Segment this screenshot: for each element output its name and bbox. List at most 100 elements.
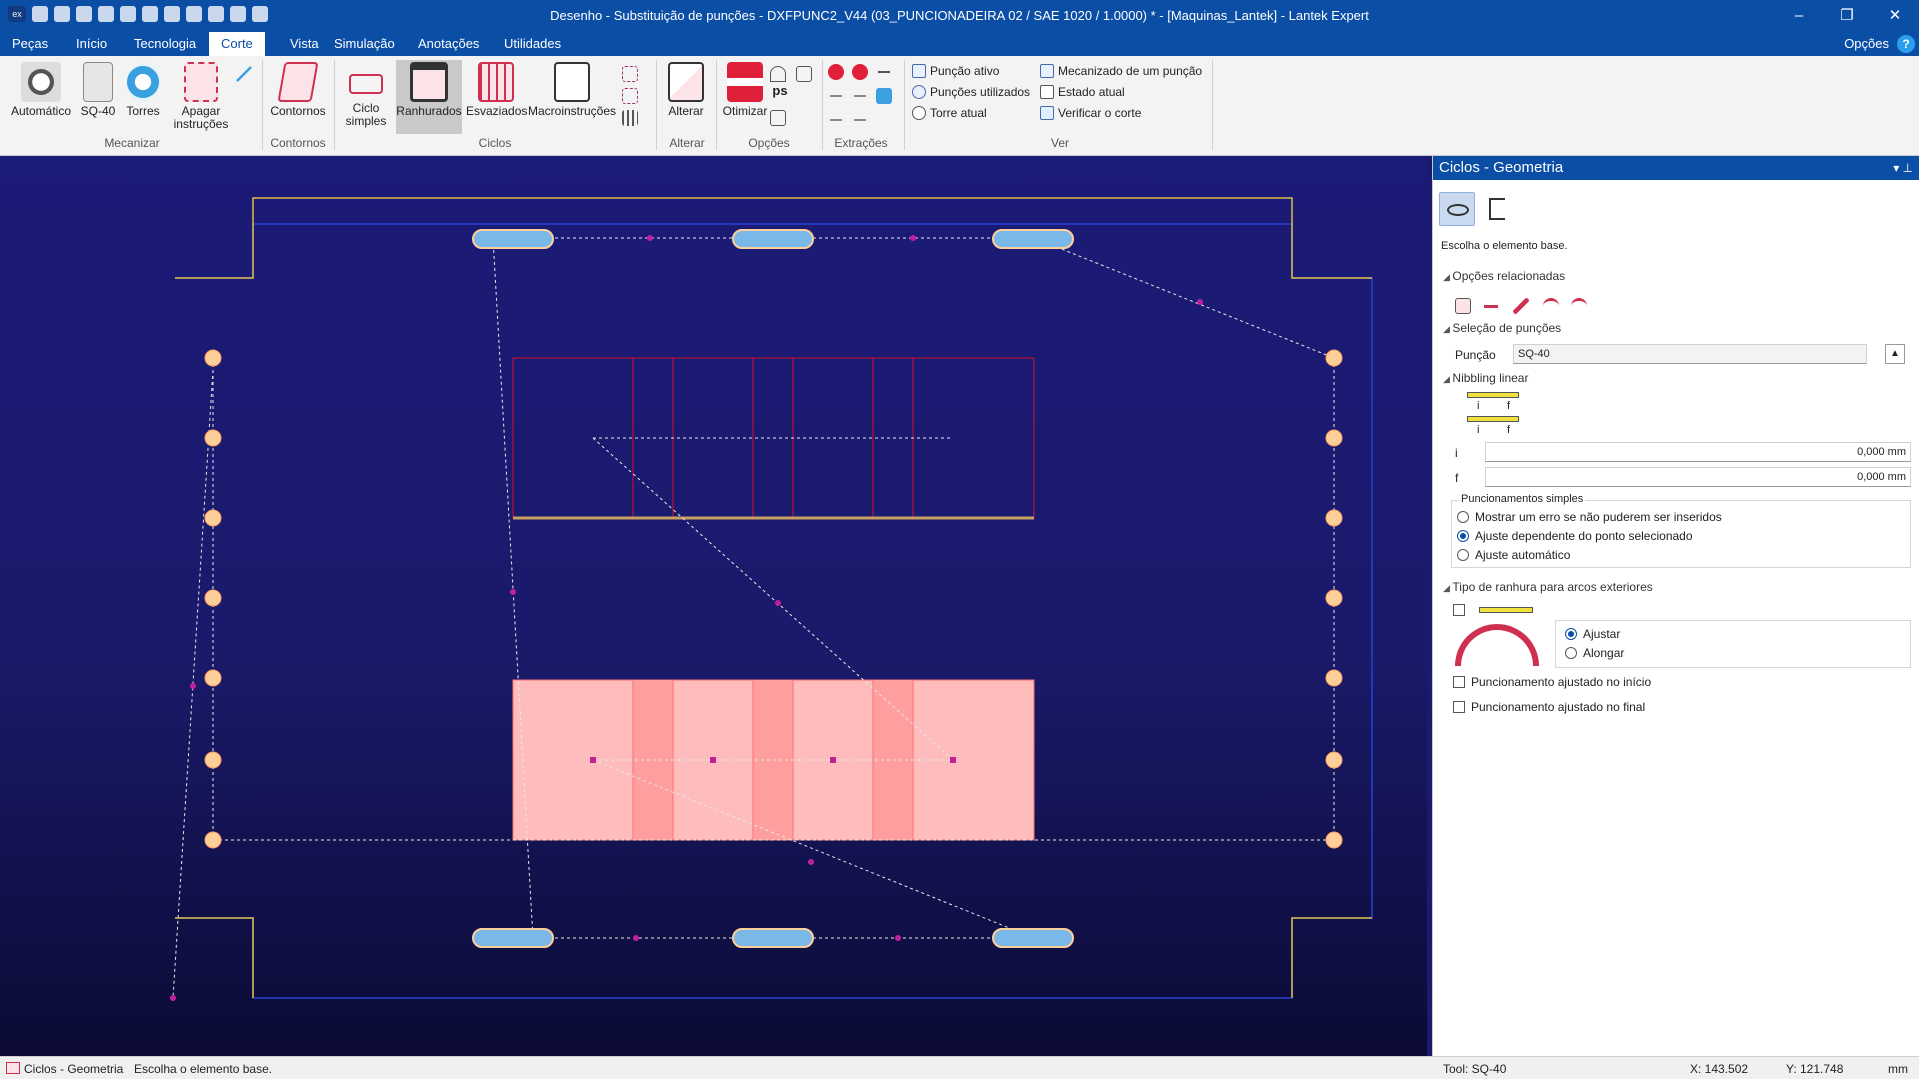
tab-tecnologia[interactable]: Tecnologia (122, 32, 208, 56)
arc-slot-icon[interactable] (1543, 298, 1559, 314)
puncoes-utilizados-button[interactable]: Punções utilizados (912, 85, 1030, 99)
punch-group[interactable] (472, 229, 554, 249)
i-field[interactable]: 0,000 mm (1485, 442, 1911, 462)
tab-pecas[interactable]: Peças (0, 32, 60, 56)
drawing-canvas[interactable] (0, 156, 1427, 1056)
alterar-button[interactable]: Alterar (662, 62, 710, 118)
torres-label: Torres (126, 104, 160, 118)
radio-ajuste-automatico[interactable]: Ajuste automático (1457, 548, 1570, 562)
close-button[interactable]: ✕ (1871, 0, 1919, 32)
torres-button[interactable]: Torres (122, 62, 164, 118)
pattern-icon[interactable] (622, 66, 638, 82)
puncao-ativo-button[interactable]: Punção ativo (912, 64, 999, 78)
punch-group[interactable] (472, 928, 554, 948)
radio-label: Ajuste dependente do ponto selecionado (1475, 529, 1693, 543)
exit-button[interactable] (1481, 192, 1517, 226)
mecanizado-button[interactable]: Mecanizado de um punção (1040, 64, 1202, 78)
lantek-expert-window: ex Desenho - Substituição de punções - D… (0, 0, 1919, 1079)
punches-used-icon (912, 85, 926, 99)
otimizar-button[interactable]: Otimizar (720, 62, 770, 118)
punch-group[interactable] (732, 229, 814, 249)
view-eye-button[interactable] (1439, 192, 1475, 226)
section-nibbling-linear[interactable]: Nibbling linear (1443, 371, 1528, 385)
grid-icon[interactable] (622, 110, 638, 126)
current-state-icon (1040, 85, 1054, 99)
tab-inicio[interactable]: Início (64, 32, 119, 56)
verificar-label: Verificar o corte (1058, 106, 1142, 120)
panel-header: Ciclos - Geometria ▾ ⊥ (1433, 156, 1919, 180)
restore-button[interactable]: ❐ (1823, 0, 1871, 32)
torre-atual-button[interactable]: Torre atual (912, 106, 987, 120)
extract-up-icon[interactable] (852, 112, 868, 128)
drawing-svg[interactable] (0, 156, 1427, 1056)
f-field[interactable]: 0,000 mm (1485, 467, 1911, 487)
help-icon[interactable]: ? (1897, 35, 1915, 53)
stop-all-icon[interactable] (852, 64, 868, 80)
checkbox-ajustado-inicio[interactable]: Puncionamento ajustado no início (1453, 675, 1651, 689)
extract-right-icon[interactable] (852, 88, 868, 104)
extract-left-icon[interactable] (828, 88, 844, 104)
gear-icon (21, 62, 61, 102)
status-tool: Tool: SQ-40 (1443, 1062, 1507, 1076)
puncao-field[interactable]: SQ-40 (1513, 344, 1867, 364)
tab-simulacao[interactable]: Simulação (322, 32, 407, 56)
status-prompt: Escolha o elemento base. (134, 1062, 273, 1076)
esvaziados-button[interactable]: Esvaziados (466, 62, 527, 118)
array-icon[interactable] (622, 88, 638, 104)
verificar-button[interactable]: Verificar o corte (1040, 106, 1141, 120)
macroinstrucoes-button[interactable]: Macroinstruções (528, 62, 616, 118)
radio-ajuste-dependente[interactable]: Ajuste dependente do ponto selecionado (1457, 529, 1693, 543)
extract-icon[interactable] (876, 64, 892, 80)
punch-group[interactable] (732, 928, 814, 948)
arc-slot-checkbox[interactable] (1453, 604, 1465, 616)
contornos-button[interactable]: Contornos (268, 62, 328, 118)
automatico-label: Automático (10, 104, 72, 118)
ps-button[interactable]: ps (770, 84, 790, 97)
checkbox-ajustado-final[interactable]: Puncionamento ajustado no final (1453, 700, 1645, 714)
section-selecao-puncoes[interactable]: Seleção de punções (1443, 321, 1561, 335)
truck-icon[interactable] (876, 88, 892, 104)
pin-icon[interactable]: ▾ ⊥ (1893, 156, 1913, 180)
ciclo-simples-button[interactable]: Ciclo simples (340, 62, 392, 128)
punch-group[interactable] (992, 928, 1074, 948)
diagram-i-label-2: i (1477, 424, 1480, 436)
checkbox-box (1453, 676, 1465, 688)
radio-ajustar[interactable]: Ajustar (1565, 627, 1620, 641)
options-menu[interactable]: Opções (1844, 32, 1889, 56)
tab-anotacoes[interactable]: Anotações (406, 32, 491, 56)
section-tipo-ranhura[interactable]: Tipo de ranhura para arcos exteriores (1443, 580, 1652, 594)
group-opcoes: Opções (748, 136, 790, 150)
line-icon[interactable] (236, 66, 252, 82)
arc-slot-2-icon[interactable] (1571, 298, 1587, 314)
automatico-button[interactable]: Automático (8, 62, 74, 118)
panel-prompt: Escolha o elemento base. (1441, 240, 1568, 252)
radio-label: Ajuste automático (1475, 548, 1571, 562)
ranhurados-button[interactable]: Ranhurados (396, 60, 462, 134)
line-slot-icon[interactable] (1483, 298, 1499, 314)
single-punch-icon (1040, 64, 1054, 78)
punch-group[interactable] (992, 229, 1074, 249)
chevron-up-icon[interactable]: ▲ (1885, 344, 1905, 364)
extract-down-icon[interactable] (828, 112, 844, 128)
sheet-icon[interactable] (796, 66, 812, 82)
copy-icon[interactable] (770, 110, 786, 126)
minimize-button[interactable]: – (1775, 0, 1823, 32)
radio-alongar[interactable]: Alongar (1565, 646, 1624, 660)
slot-option-icon[interactable] (1455, 298, 1471, 314)
radio-mostrar-erro[interactable]: Mostrar um erro se não puderem ser inser… (1457, 510, 1722, 524)
tab-corte[interactable]: Corte (209, 32, 265, 56)
section-opcoes-relacionadas[interactable]: Opções relacionadas (1443, 269, 1565, 283)
ciclo-label: Ciclo (352, 101, 380, 115)
f-label: f (1455, 471, 1459, 485)
apagar-instrucoes-button[interactable]: Apagar instruções (172, 62, 230, 131)
estado-atual-button[interactable]: Estado atual (1040, 85, 1125, 99)
arc-icon[interactable] (770, 66, 786, 82)
ribbon-separator (262, 60, 263, 150)
sq40-button[interactable]: SQ-40 (80, 62, 116, 118)
diagonal-slot-icon[interactable] (1513, 298, 1529, 314)
stop-icon[interactable] (828, 64, 844, 80)
single-cycle-icon (349, 74, 383, 94)
exit-icon (1489, 198, 1505, 220)
tab-utilidades[interactable]: Utilidades (492, 32, 573, 56)
radio-label: Alongar (1583, 646, 1625, 660)
